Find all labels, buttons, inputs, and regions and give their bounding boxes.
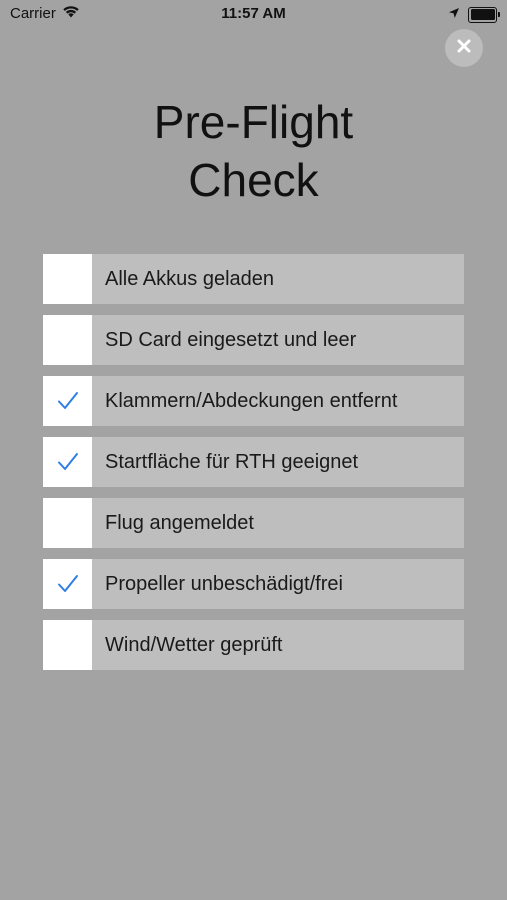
checklist-item-label: Alle Akkus geladen [105, 267, 275, 290]
checkbox[interactable] [43, 620, 92, 670]
checkbox[interactable] [43, 254, 92, 304]
checklist-item-label: Klammern/Abdeckungen entfernt [105, 389, 398, 412]
checklist-item-label: Startfläche für RTH geeignet [105, 450, 359, 473]
checklist-item-label: Flug angemeldet [105, 511, 254, 534]
checkbox[interactable] [43, 376, 92, 426]
page-title: Pre-Flight Check [0, 93, 507, 209]
checkbox[interactable] [43, 559, 92, 609]
checkbox[interactable] [43, 315, 92, 365]
checklist-item-startflaeche[interactable]: Startfläche für RTH geeignet [43, 437, 464, 487]
checklist-item-klammern[interactable]: Klammern/Abdeckungen entfernt [43, 376, 464, 426]
close-icon [456, 38, 472, 59]
checklist-item-wetter[interactable]: Wind/Wetter geprüft [43, 620, 464, 670]
location-arrow-icon [448, 6, 460, 23]
checklist-item-flug[interactable]: Flug angemeldet [43, 498, 464, 548]
checklist-item-label: Wind/Wetter geprüft [105, 633, 283, 656]
status-bar: Carrier 11:57 AM [0, 0, 507, 28]
title-line-1: Pre-Flight [153, 96, 354, 148]
checklist-item-label: SD Card eingesetzt und leer [105, 328, 357, 351]
checkmark-icon [57, 392, 78, 409]
checkmark-icon [57, 575, 78, 592]
checklist-item-sd-card[interactable]: SD Card eingesetzt und leer [43, 315, 464, 365]
checklist-item-label: Propeller unbeschädigt/frei [105, 572, 343, 595]
battery-icon [468, 6, 500, 23]
checkbox[interactable] [43, 437, 92, 487]
checklist-item-akkus[interactable]: Alle Akkus geladen [43, 254, 464, 304]
status-right [448, 6, 500, 23]
checklist-item-propeller[interactable]: Propeller unbeschädigt/frei [43, 559, 464, 609]
close-button[interactable] [445, 29, 483, 67]
title-line-2: Check [188, 154, 319, 206]
checkbox[interactable] [43, 498, 92, 548]
status-time: 11:57 AM [221, 5, 286, 22]
checklist: Alle Akkus geladen SD Card eingesetzt un… [43, 254, 464, 681]
battery-level [470, 9, 495, 20]
checkmark-icon [57, 453, 78, 470]
